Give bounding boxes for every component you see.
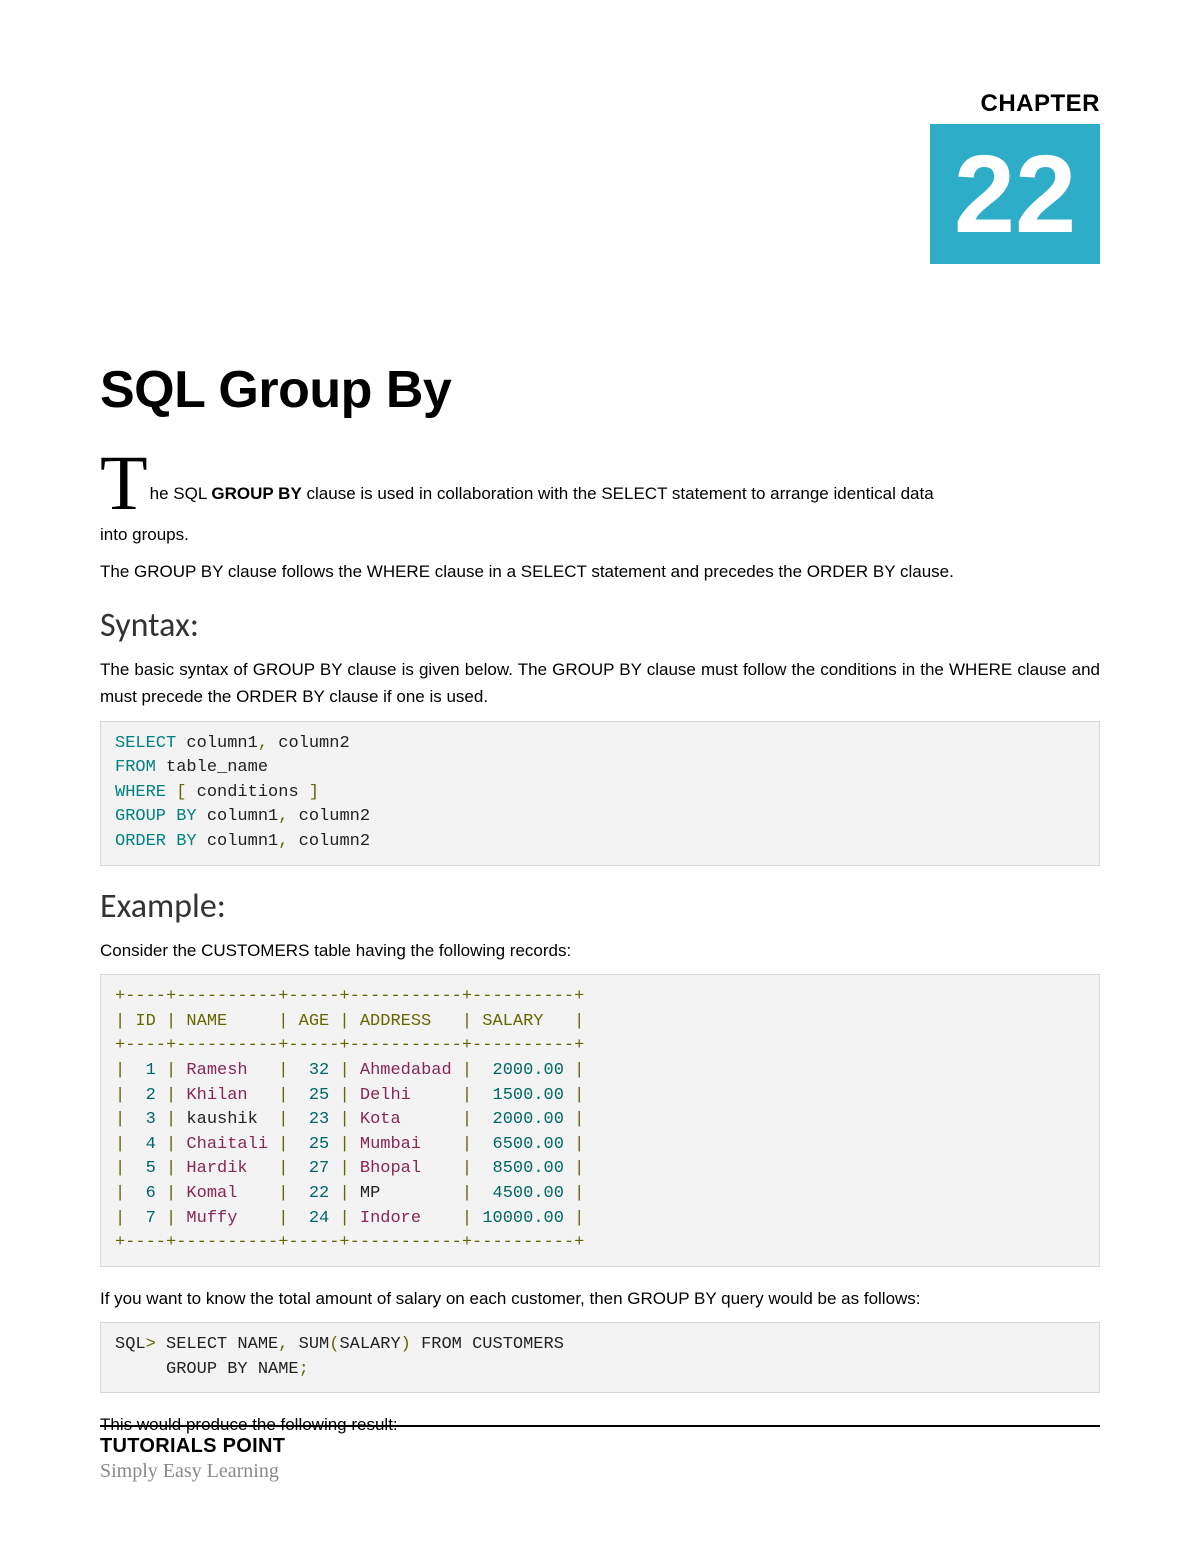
syntax-heading: Syntax: — [100, 605, 1100, 646]
page-title: SQL Group By — [100, 360, 1100, 420]
intro-text-b: clause is used in collaboration with the… — [302, 484, 934, 503]
intro-text-a: he SQL — [150, 484, 212, 503]
example-table-codeblock: +----+----------+-----+-----------+-----… — [100, 974, 1100, 1267]
paragraph-1: The GROUP BY clause follows the WHERE cl… — [100, 558, 1100, 585]
chapter-number: 22 — [930, 124, 1100, 264]
intro-bold: GROUP BY — [211, 484, 301, 503]
example-desc: Consider the CUSTOMERS table having the … — [100, 937, 1100, 964]
intro-line2: into groups. — [100, 521, 1100, 548]
footer-subtitle: Simply Easy Learning — [100, 1460, 1100, 1483]
chapter-label: CHAPTER — [930, 90, 1100, 118]
intro-paragraph: The SQL GROUP BY clause is used in colla… — [100, 460, 1100, 515]
example-query-codeblock: SQL> SELECT NAME, SUM(SALARY) FROM CUSTO… — [100, 1322, 1100, 1393]
page-footer: TUTORIALS POINT Simply Easy Learning — [100, 1425, 1100, 1483]
footer-title: TUTORIALS POINT — [100, 1435, 1100, 1458]
chapter-badge: CHAPTER 22 — [930, 90, 1100, 264]
dropcap: T — [100, 460, 148, 507]
example-heading: Example: — [100, 886, 1100, 927]
syntax-desc: The basic syntax of GROUP BY clause is g… — [100, 656, 1100, 710]
example-para2: If you want to know the total amount of … — [100, 1285, 1100, 1312]
syntax-codeblock: SELECT column1, column2 FROM table_name … — [100, 721, 1100, 866]
